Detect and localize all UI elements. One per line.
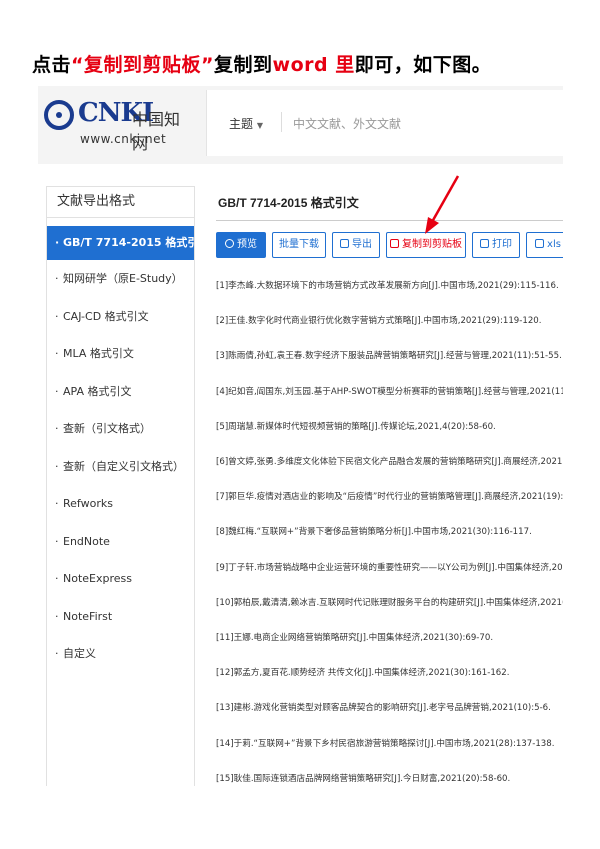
instruction-highlight: word 里 — [272, 54, 355, 76]
bullet-icon: · — [55, 647, 59, 660]
instruction-text: 点击“复制到剪贴板”复制到word 里即可，如下图。 — [32, 50, 491, 77]
sidebar-item-format[interactable]: · 查新（自定义引文格式） — [47, 448, 194, 486]
sidebar-item-format[interactable]: · EndNote — [47, 523, 194, 561]
reference-item: [14]于莉.“互联网+”背景下乡村民宿旅游营销策略探讨[J].中国市场,202… — [216, 738, 555, 749]
annotation-arrow-icon — [425, 175, 460, 234]
sidebar-item-label: 查新（自定义引文格式） — [63, 459, 184, 473]
reference-item: [10]郭柏辰,戴清清,赖冰吉.互联网时代记账理财服务平台的构建研究[J].中国… — [216, 597, 563, 608]
reference-item: [8]魏红梅.“互联网+”背景下奢侈品营销策略分析[J].中国市场,2021(3… — [216, 527, 532, 538]
bullet-icon: · — [55, 572, 59, 585]
sidebar-item-format[interactable]: · NoteExpress — [47, 560, 194, 598]
reference-item: [5]周瑞慧.新媒体时代短视频营销的策略[J].传媒论坛,2021,4(20):… — [216, 421, 496, 432]
reference-item: [13]建彬.游戏化营销类型对顾客品牌契合的影响研究[J].老字号品牌营销,20… — [216, 703, 551, 714]
sidebar-item-label: NoteFirst — [63, 609, 113, 623]
sidebar-item-format[interactable]: · 查新（引文格式） — [47, 410, 194, 448]
sidebar-item-label: 查新（引文格式） — [63, 422, 151, 435]
reference-item: [9]丁子轩.市场营销战略中企业运营环境的重要性研究——以Y公司为例[J].中国… — [216, 562, 563, 573]
sidebar-item-format[interactable]: · CAJ-CD 格式引文 — [47, 298, 194, 336]
reference-item: [4]纪如音,阎国东,刘玉园.基于AHP-SWOT模型分析赛菲的营销策略[J].… — [216, 386, 563, 397]
sidebar-item-label: MLA 格式引文 — [63, 347, 134, 360]
sidebar-item-label: NoteExpress — [63, 572, 132, 585]
sidebar-item-label: CAJ-CD 格式引文 — [63, 309, 149, 323]
reference-item: [15]耿佳.国际连锁酒店品牌网络营销策略研究[J].今日财富,2021(20)… — [216, 773, 511, 784]
instruction-part: 即可，如下图。 — [354, 54, 492, 76]
bullet-icon: · — [55, 534, 59, 548]
bullet-icon: · — [55, 347, 59, 360]
reference-item: [2]王佳.数字化时代商业银行优化数字营销方式策略[J].中国市场,2021(2… — [216, 316, 542, 327]
instruction-part: 点击 — [32, 54, 72, 76]
sidebar-item-label: Refworks — [63, 497, 113, 510]
sidebar-item-label: 自定义 — [63, 647, 96, 660]
instruction-part: 复制到 — [214, 54, 273, 76]
bullet-icon: · — [55, 384, 59, 398]
sidebar-item-label: EndNote — [63, 534, 110, 548]
sidebar-item-format[interactable]: · 自定义 — [47, 635, 194, 673]
reference-item: [7]郭巨华.疫情对酒店业的影响及“后疫情”时代行业的营销策略管理[J].商展经… — [216, 492, 563, 503]
bullet-icon: · — [55, 309, 59, 323]
reference-item: [3]陈雨倩,孙虹,袁王春.数字经济下服装品牌营销策略研究[J].经营与管理,2… — [216, 351, 562, 362]
sidebar-item-format[interactable]: · Refworks — [47, 485, 194, 523]
bullet-icon: · — [55, 422, 59, 435]
reference-item: [11]王娜.电商企业网络营销策略研究[J].中国集体经济,2021(30):6… — [216, 633, 494, 643]
reference-item: [6]曾文婷,张勇.多维度文化体验下民宿文化产品融合发展的营销策略研究[J].商… — [216, 457, 563, 467]
bullet-icon: · — [55, 459, 59, 473]
sidebar-item-format[interactable]: · APA 格式引文 — [47, 373, 194, 411]
sidebar-item-format[interactable]: · MLA 格式引文 — [47, 335, 194, 373]
bullet-icon: · — [55, 609, 59, 623]
instruction-highlight: “复制到剪贴板” — [71, 54, 214, 76]
reference-item: [12]郭孟方,夏百花.顺势经济 共传文化[J].中国集体经济,2021(30)… — [216, 668, 510, 679]
sidebar-item-label: APA 格式引文 — [63, 384, 132, 398]
sidebar-item-format[interactable]: · NoteFirst — [47, 598, 194, 636]
bullet-icon: · — [55, 497, 59, 510]
cnki-screenshot: CNKI 中国知网 www.cnki.net 主题 ▼ 中文文献、外文文献 文献… — [38, 86, 563, 786]
